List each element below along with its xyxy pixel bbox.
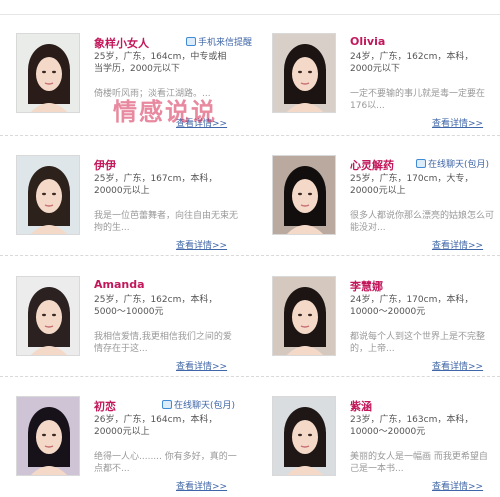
profile-photo[interactable]	[272, 155, 336, 235]
view-details-link[interactable]: 查看详情>>	[176, 479, 227, 492]
view-details-link[interactable]: 查看详情>>	[176, 238, 227, 251]
profile-photo[interactable]	[272, 276, 336, 356]
profile-name[interactable]: 象样小女人	[94, 35, 149, 51]
chat-icon	[186, 37, 196, 46]
profile-description: 很多人都说你那么漂亮的姑娘怎么可能没对...	[350, 211, 495, 233]
profile-name[interactable]: 李慧娜	[350, 278, 383, 294]
view-details-link[interactable]: 查看详情>>	[432, 116, 483, 129]
profile-info: 23岁，广东，163cm，本科，10000～20000元	[350, 415, 474, 437]
profile-description: 我是一位芭蕾舞者，向往自由无束无拘的生...	[94, 211, 239, 233]
profile-info: 26岁，广东，164cm，本科，20000元以上	[94, 415, 218, 437]
profile-photo[interactable]	[16, 276, 80, 356]
profile-photo[interactable]	[16, 155, 80, 235]
chat-badge-label: 手机来信提醒	[198, 38, 253, 48]
profile-photo[interactable]	[272, 33, 336, 113]
chat-badge[interactable]: 在线聊天(包月)	[162, 398, 235, 411]
profile-description: 绝得一人心........ 你有多好，真的一点都不...	[94, 452, 237, 474]
top-divider	[0, 14, 500, 15]
view-details-link[interactable]: 查看详情>>	[432, 479, 483, 492]
profile-name[interactable]: 紫涵	[350, 398, 372, 414]
profile-description: 都说每个人到这个世界上是不完整的，上帝...	[350, 332, 486, 354]
profile-name[interactable]: 伊伊	[94, 157, 116, 173]
view-details-link[interactable]: 查看详情>>	[432, 359, 483, 372]
view-details-link[interactable]: 查看详情>>	[432, 238, 483, 251]
profile-info: 25岁，广东，167cm，本科，20000元以上	[94, 174, 218, 196]
profile-info: 24岁，广东，170cm，本科，10000～20000元	[350, 295, 474, 317]
profile-card: Olivia 24岁，广东，162cm，本科，2000元以下 一定不要输的事儿就…	[272, 33, 500, 137]
profile-card: Amanda 25岁，广东，162cm，本科，5000～10000元 我相信爱情…	[16, 276, 256, 380]
profile-info: 25岁，广东，164cm，中专或相当学历，2000元以下	[94, 52, 227, 74]
profile-name[interactable]: Olivia	[350, 35, 385, 48]
profile-card: 伊伊 25岁，广东，167cm，本科，20000元以上 我是一位芭蕾舞者，向往自…	[16, 155, 256, 259]
profile-name[interactable]: Amanda	[94, 278, 145, 291]
chat-badge-label: 在线聊天(包月)	[174, 401, 236, 411]
profile-description: 我相信爱情,我更相信我们之间的爱情存在于这...	[94, 332, 232, 354]
profile-info: 25岁，广东，162cm，本科，5000～10000元	[94, 295, 218, 317]
profile-name[interactable]: 心灵解药	[350, 157, 394, 173]
view-details-link[interactable]: 查看详情>>	[176, 359, 227, 372]
profile-card: 初恋 在线聊天(包月) 26岁，广东，164cm，本科，20000元以上 绝得一…	[16, 396, 256, 497]
profile-info: 24岁，广东，162cm，本科，2000元以下	[350, 52, 474, 74]
chat-badge-label: 在线聊天(包月)	[428, 160, 490, 170]
profile-card: 李慧娜 24岁，广东，170cm，本科，10000～20000元 都说每个人到这…	[272, 276, 500, 380]
profile-info: 25岁，广东，170cm，大专，20000元以上	[350, 174, 474, 196]
profile-photo[interactable]	[16, 33, 80, 113]
watermark-text: 情感说说	[113, 98, 217, 126]
profile-description: 一定不要输的事儿就是毒一定要在176以...	[350, 89, 486, 111]
chat-icon	[416, 159, 426, 168]
chat-badge[interactable]: 手机来信提醒	[186, 35, 252, 48]
chat-badge[interactable]: 在线聊天(包月)	[416, 157, 489, 170]
profile-name[interactable]: 初恋	[94, 398, 116, 414]
profile-photo[interactable]	[16, 396, 80, 476]
profile-description: 美丽的女人是一幅画 而我更希望自己是一本书...	[350, 452, 488, 474]
chat-icon	[162, 400, 172, 409]
profile-card: 紫涵 23岁，广东，163cm，本科，10000～20000元 美丽的女人是一幅…	[272, 396, 500, 497]
profile-card: 心灵解药 在线聊天(包月) 25岁，广东，170cm，大专，20000元以上 很…	[272, 155, 500, 259]
profile-photo[interactable]	[272, 396, 336, 476]
